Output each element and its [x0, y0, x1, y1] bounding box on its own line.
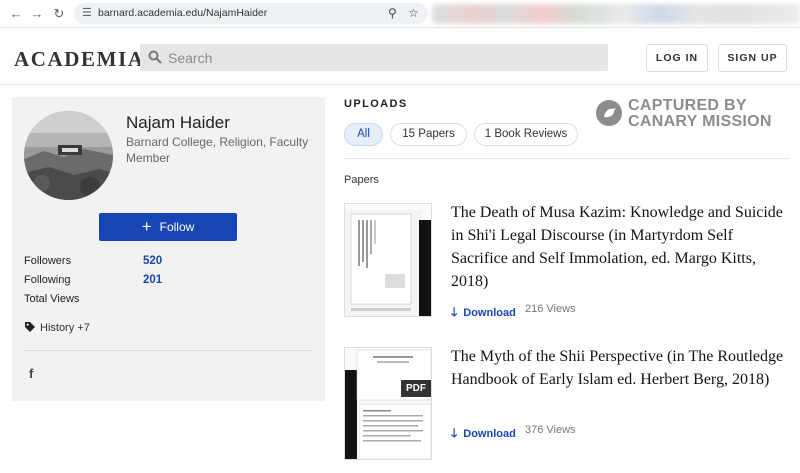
tag-icon [25, 322, 35, 332]
profile-card: Najam Haider Barnard College, Religion, … [12, 97, 325, 401]
following-label: Following [24, 274, 71, 286]
followers-label: Followers [24, 255, 72, 267]
paper-title[interactable]: The Myth of the Shii Perspective (in The… [451, 345, 786, 391]
research-interests-tag[interactable]: History +7 [24, 321, 90, 334]
signup-button[interactable]: SIGN UP [718, 44, 787, 72]
tag-label: History +7 [40, 322, 90, 334]
paper-title[interactable]: The Death of Musa Kazim: Knowledge and S… [451, 201, 786, 293]
tab-all[interactable]: All [344, 123, 383, 146]
url-text[interactable]: barnard.academia.edu/NajamHaider [98, 7, 267, 20]
tab-book-reviews[interactable]: 1 Book Reviews [474, 123, 578, 146]
plus-icon: + [141, 217, 152, 236]
reload-icon[interactable]: ↻ [51, 6, 67, 22]
site-header: ACADEMIA LOG IN SIGN UP [0, 29, 800, 85]
profile-name: Najam Haider [126, 113, 230, 132]
pdf-badge: PDF [401, 380, 431, 397]
browser-toolbar: ← → ↻ ☰ barnard.academia.edu/NajamHaider… [0, 0, 800, 28]
arrow-right-icon[interactable]: → [29, 6, 45, 22]
follow-label: Follow [159, 220, 195, 234]
avatar [24, 111, 113, 200]
download-arrow-icon: 🡓 [451, 305, 458, 319]
search-icon [148, 50, 162, 64]
view-count: 376 Views [525, 424, 576, 436]
bookmark-star-icon[interactable]: ☆ [408, 6, 419, 20]
download-link[interactable]: 🡓 Download [451, 303, 516, 324]
following-count[interactable]: 201 [143, 274, 162, 286]
paper-thumbnail[interactable]: PDF [344, 347, 432, 460]
watermark-line-2: CANARY MISSION [628, 113, 772, 130]
profile-affiliation[interactable]: Barnard College, Religion, Faculty Membe… [126, 134, 316, 166]
download-link[interactable]: 🡓 Download [451, 424, 516, 445]
address-bar[interactable]: ☰ barnard.academia.edu/NajamHaider ⚲ ☆ [74, 3, 428, 24]
papers-section-label: Papers [344, 174, 379, 186]
divider [24, 350, 312, 351]
watermark-text: CAPTURED BY CANARY MISSION [628, 98, 772, 130]
canary-bird-icon [596, 100, 622, 126]
download-label: Download [463, 307, 516, 319]
download-label: Download [463, 428, 516, 440]
watermark-line-1: CAPTURED BY [628, 97, 747, 114]
total-views-label: Total Views [24, 293, 80, 305]
site-info-icon[interactable]: ☰ [82, 6, 92, 20]
academia-logo[interactable]: ACADEMIA [14, 47, 145, 72]
paper-thumbnail[interactable] [344, 203, 432, 317]
tabs-divider [344, 158, 790, 159]
blurred-extensions-area [432, 4, 800, 24]
uploads-heading: UPLOADS [344, 98, 408, 110]
followers-count[interactable]: 520 [143, 255, 162, 267]
view-count: 216 Views [525, 303, 576, 315]
tab-papers[interactable]: 15 Papers [390, 123, 467, 146]
zoom-icon[interactable]: ⚲ [388, 6, 397, 20]
login-button[interactable]: LOG IN [646, 44, 708, 72]
facebook-icon[interactable]: f [29, 366, 33, 381]
search-box[interactable] [140, 44, 608, 71]
download-arrow-icon: 🡓 [451, 426, 458, 440]
arrow-left-icon[interactable]: ← [8, 6, 24, 22]
follow-button[interactable]: + Follow [99, 213, 237, 241]
search-input[interactable] [168, 44, 598, 71]
